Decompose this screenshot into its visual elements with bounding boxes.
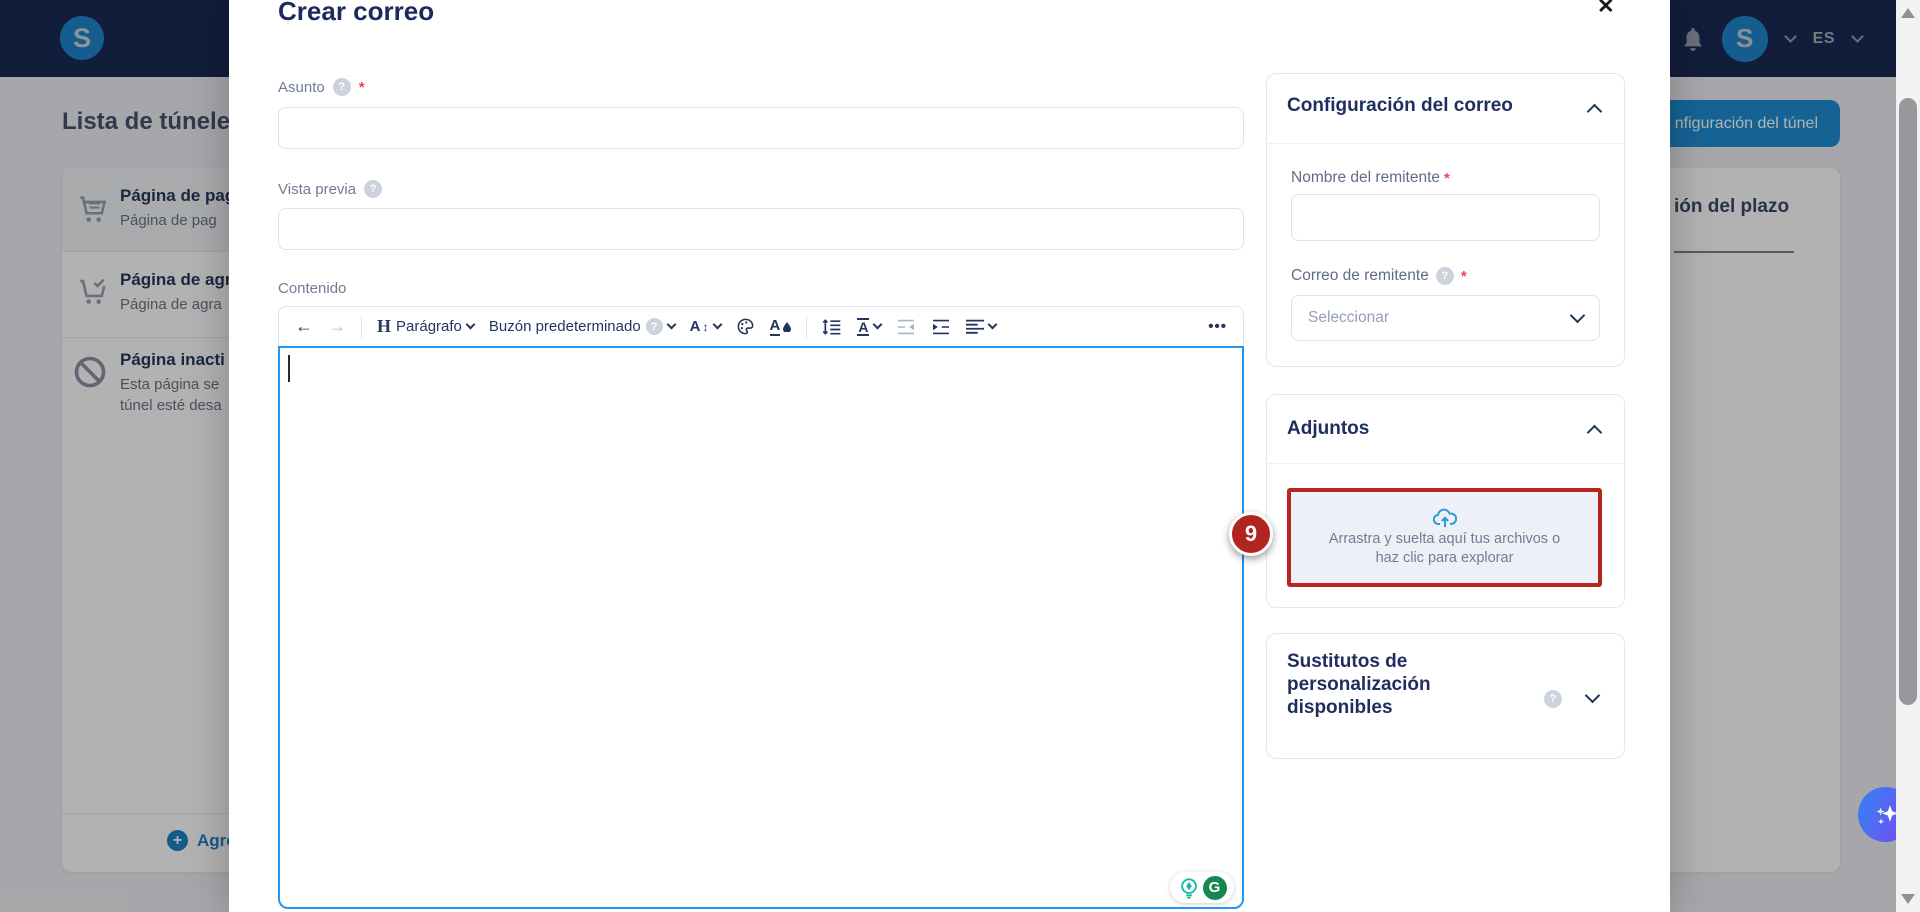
chevron-down-icon: [666, 319, 677, 330]
preview-input[interactable]: [278, 208, 1244, 250]
cloud-upload-icon: [1432, 508, 1457, 527]
grammarly-g-icon: G: [1202, 875, 1227, 900]
attachments-card: Adjuntos Arrastra y suelta aquí tus arch…: [1266, 394, 1625, 608]
chevron-down-icon: [1569, 307, 1586, 323]
font-size-icon: A: [689, 318, 701, 335]
modal-title: Crear correo: [278, 0, 435, 26]
updown-icon: ↕: [702, 319, 709, 334]
line-spacing-button[interactable]: [822, 318, 842, 336]
paragraph-style-label: Parágrafo: [396, 318, 462, 335]
collapse-chevron-up-icon[interactable]: [1586, 424, 1603, 441]
suggestion-bulb-icon: [1180, 877, 1197, 899]
help-icon[interactable]: ?: [332, 78, 351, 96]
sender-email-label-row: Correo de remitente ? *: [1291, 267, 1467, 285]
page-scrollbar[interactable]: [1896, 0, 1920, 912]
email-settings-title: Configuración del correo: [1287, 95, 1513, 116]
attachments-title: Adjuntos: [1287, 418, 1370, 439]
highlight-letter: A: [769, 317, 781, 336]
preview-label: Vista previa: [278, 180, 357, 198]
divider: [1267, 143, 1624, 144]
sender-email-label: Correo de remitente: [1291, 267, 1429, 284]
sender-name-label-row: Nombre del remitente *: [1291, 169, 1450, 187]
sender-name-label: Nombre del remitente: [1291, 169, 1441, 186]
a-overline-icon: A: [857, 317, 870, 336]
dropzone-text-line1: Arrastra y suelta aquí tus archivos o: [1328, 530, 1561, 547]
text-style-dropdown[interactable]: A: [857, 317, 883, 336]
content-label: Contenido: [278, 280, 347, 297]
required-asterisk: *: [1444, 169, 1450, 187]
subject-input[interactable]: [278, 107, 1244, 149]
close-icon[interactable]: ✕: [1597, 0, 1615, 19]
annotation-step-badge: 9: [1229, 512, 1273, 556]
highlight-color-button[interactable]: A: [769, 317, 792, 336]
collapse-chevron-up-icon[interactable]: [1586, 103, 1603, 120]
undo-button[interactable]: ←: [295, 316, 313, 337]
chevron-down-icon: [465, 319, 476, 330]
paragraph-style-dropdown[interactable]: H Parágrafo: [377, 316, 476, 337]
content-label-row: Contenido: [278, 280, 346, 297]
grammarly-widget[interactable]: G: [1170, 872, 1234, 903]
editor-toolbar: ← → H Parágrafo Buzón predeterminado ? A…: [278, 306, 1244, 346]
sender-name-input[interactable]: [1291, 194, 1600, 241]
mailbox-label: Buzón predeterminado: [488, 318, 641, 335]
scroll-down-arrow-icon[interactable]: [1901, 894, 1915, 904]
file-dropzone[interactable]: Arrastra y suelta aquí tus archivos o ha…: [1287, 488, 1602, 587]
redo-button[interactable]: →: [328, 316, 346, 337]
preview-label-row: Vista previa ?: [278, 180, 383, 198]
align-dropdown[interactable]: [966, 319, 998, 334]
subject-label-row: Asunto ? *: [278, 78, 365, 96]
select-placeholder: Seleccionar: [1308, 309, 1389, 326]
required-asterisk: *: [1460, 267, 1467, 285]
expand-chevron-down-icon[interactable]: [1584, 687, 1601, 704]
sender-email-select[interactable]: Seleccionar: [1291, 295, 1600, 341]
font-size-dropdown[interactable]: A ↕: [689, 318, 722, 335]
more-options-button[interactable]: •••: [1208, 318, 1227, 335]
font-color-palette-button[interactable]: [736, 317, 755, 336]
scroll-up-arrow-icon[interactable]: [1901, 8, 1915, 18]
dropzone-text-line2: haz clic para explorar: [1375, 549, 1514, 566]
create-email-modal: Crear correo ✕ Asunto ? * Vista previa ?…: [229, 0, 1670, 912]
personalization-substitutes-card: Sustitutos de personalización disponible…: [1266, 633, 1625, 759]
required-asterisk: *: [358, 78, 365, 96]
subject-label: Asunto: [278, 78, 325, 96]
toolbar-separator: [806, 315, 808, 338]
chevron-down-icon: [712, 319, 722, 330]
help-icon: ?: [645, 318, 663, 335]
toolbar-separator: [361, 315, 362, 338]
screen: S S ES Lista de túnele Página de pag Pág…: [0, 0, 1920, 912]
email-body-editor[interactable]: G: [278, 346, 1244, 909]
chevron-down-icon: [988, 319, 998, 330]
help-icon[interactable]: ?: [364, 180, 383, 198]
help-icon[interactable]: ?: [1544, 690, 1562, 708]
mailbox-dropdown[interactable]: Buzón predeterminado ?: [488, 318, 677, 335]
scrollbar-thumb[interactable]: [1899, 98, 1917, 705]
divider: [1267, 463, 1624, 464]
chevron-down-icon: [873, 319, 883, 330]
email-settings-card: Configuración del correo Nombre del remi…: [1266, 73, 1625, 367]
outdent-button[interactable]: [896, 319, 916, 335]
help-icon[interactable]: ?: [1435, 267, 1454, 285]
indent-button[interactable]: [931, 319, 951, 335]
substitutes-title: Sustitutos de personalización disponible…: [1287, 651, 1431, 718]
text-cursor: [288, 355, 290, 382]
heading-icon: H: [377, 316, 392, 336]
